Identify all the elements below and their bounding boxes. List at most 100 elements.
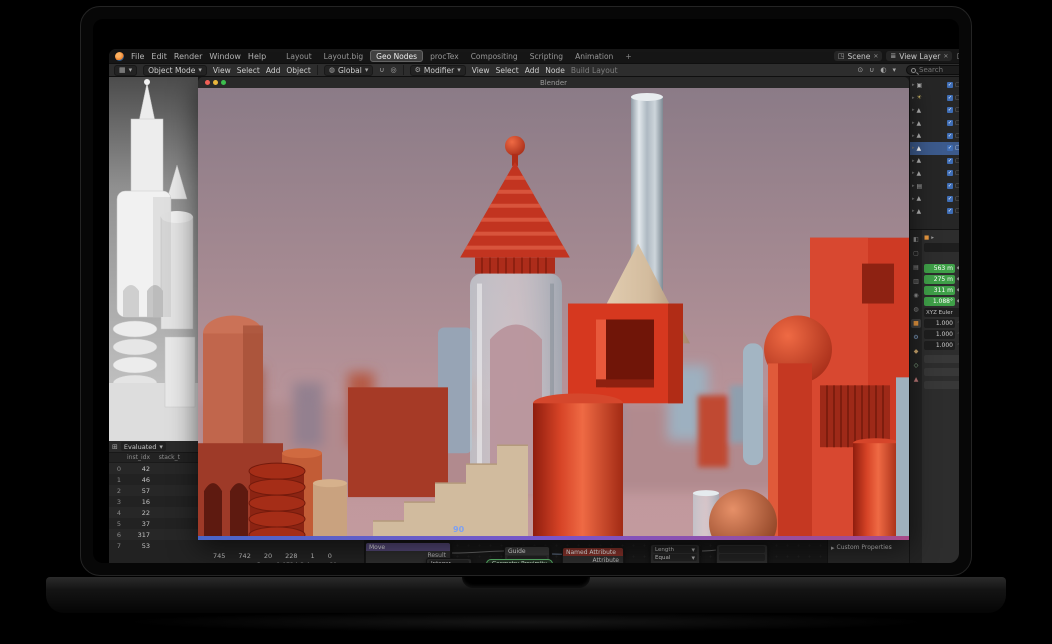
node-integer[interactable]: Integer (426, 558, 472, 563)
snap-magnet-icon[interactable]: ∪ (379, 66, 384, 74)
pin-icon[interactable]: ⊙ (857, 66, 863, 74)
tab-scene[interactable]: ◉ (911, 291, 921, 300)
node-dropdown-equal[interactable]: Equal (655, 555, 670, 561)
expand-icon[interactable]: ▸ (912, 120, 915, 126)
expand-icon[interactable]: ▸ (912, 145, 915, 151)
selectable-checkbox[interactable]: ✓ (947, 196, 953, 202)
collapsed-panel-header[interactable] (924, 381, 959, 389)
keyframe-icon[interactable]: ◆ (956, 288, 959, 293)
node-dropdown-length[interactable]: Length (655, 547, 674, 553)
node-tree-type-dropdown[interactable]: ⚙ Modifier ▾ (410, 65, 466, 76)
selectable-checkbox[interactable]: ✓ (947, 170, 953, 176)
node-compare[interactable]: Length▾ Equal▾ (650, 544, 700, 563)
outliner-row[interactable]: ▸▲✓▢◉ (910, 104, 959, 117)
hide-viewport-icon[interactable]: ▢ (955, 120, 959, 126)
tab-layout-big[interactable]: Layout.big (319, 51, 369, 61)
node-menu-view[interactable]: View (472, 66, 490, 75)
selectable-checkbox[interactable]: ✓ (947, 208, 953, 214)
selectable-checkbox[interactable]: ✓ (947, 107, 953, 113)
view-layer-selector[interactable]: ≣ View Layer ✕ (886, 51, 952, 61)
expand-icon[interactable]: ▸ (912, 196, 915, 202)
proportional-editing-icon[interactable]: ◎ (391, 66, 397, 74)
close-window-button[interactable] (205, 80, 210, 85)
object-mode-dropdown[interactable]: Object Mode ▾ (143, 65, 207, 76)
expand-icon[interactable]: ▸ (912, 208, 915, 214)
dimension-y-field[interactable]: 275 m◆◦ (924, 275, 959, 284)
selectable-checkbox[interactable]: ✓ (947, 95, 953, 101)
selectable-checkbox[interactable]: ✓ (947, 145, 953, 151)
rotation-field[interactable]: 1.088°◆◦ (924, 297, 959, 306)
tab-render[interactable]: ▢ (911, 249, 921, 258)
outliner-row[interactable]: ▸▲✓▢◉ (910, 192, 959, 205)
keyframe-icon[interactable]: ◆ (956, 299, 959, 304)
tab-layout[interactable]: Layout (281, 51, 317, 61)
selectable-checkbox[interactable]: ✓ (947, 158, 953, 164)
menu-help[interactable]: Help (248, 52, 266, 61)
tab-animation[interactable]: Animation (570, 51, 618, 61)
tab-compositing[interactable]: Compositing (466, 51, 523, 61)
node-geometry-proximity[interactable]: Geometry Proximity (486, 559, 553, 563)
tab-modifiers[interactable]: ⚙ (911, 333, 921, 342)
dataset-dropdown[interactable]: Evaluated ▾ (121, 442, 166, 451)
hide-viewport-icon[interactable]: ▢ (955, 107, 959, 113)
selectable-checkbox[interactable]: ✓ (947, 82, 953, 88)
tab-world[interactable]: ◍ (911, 305, 921, 314)
scale-x-field[interactable]: 1.000◦◦ (924, 319, 959, 328)
menu-edit[interactable]: Edit (151, 52, 167, 61)
chevron-down-icon[interactable]: ▾ (892, 66, 896, 74)
object-name-field[interactable] (924, 243, 959, 252)
selectable-checkbox[interactable]: ✓ (947, 133, 953, 139)
column-header[interactable]: stack_t (153, 454, 183, 461)
viewport-menu-view[interactable]: View (213, 66, 231, 75)
overlays-icon[interactable]: ◐ (880, 66, 886, 74)
keyframe-icon[interactable]: ◦ (956, 332, 959, 337)
tab-tool[interactable]: ◧ (911, 235, 921, 244)
add-workspace-button[interactable]: + (620, 51, 636, 61)
expand-icon[interactable]: ▸ (912, 107, 915, 113)
hide-viewport-icon[interactable]: ▢ (955, 208, 959, 214)
render-canvas[interactable]: 90 (198, 88, 909, 540)
menu-render[interactable]: Render (174, 52, 202, 61)
outliner-row-selected[interactable]: ▸▲✓▢◉ (910, 142, 959, 155)
scene-selector[interactable]: ◳ Scene ✕ (834, 51, 883, 61)
hide-viewport-icon[interactable]: ▢ (955, 133, 959, 139)
node-socket-attribute[interactable]: Attribute (563, 556, 623, 563)
hide-viewport-icon[interactable]: ▢ (955, 183, 959, 189)
selectable-checkbox[interactable]: ✓ (947, 183, 953, 189)
menu-window[interactable]: Window (209, 52, 241, 61)
hide-viewport-icon[interactable]: ▢ (955, 95, 959, 101)
viewport-menu-select[interactable]: Select (237, 66, 260, 75)
collapsed-panel-header[interactable] (924, 355, 959, 363)
screen-layout-icon[interactable]: ▢ (956, 52, 959, 60)
hide-viewport-icon[interactable]: ▢ (955, 196, 959, 202)
minimize-window-button[interactable] (213, 80, 218, 85)
zoom-window-button[interactable] (221, 80, 226, 85)
keyframe-icon[interactable]: ◆ (956, 266, 959, 271)
editor-type-selector[interactable]: ▦ ▾ (114, 65, 137, 76)
tab-view-layer[interactable]: ▥ (911, 277, 921, 286)
viewport-menu-object[interactable]: Object (286, 66, 310, 75)
clay-viewport[interactable] (109, 77, 198, 441)
scale-y-field[interactable]: 1.000◦◦ (924, 330, 959, 339)
outliner-row[interactable]: ▸▤✓▢◉ (910, 180, 959, 193)
expand-icon[interactable]: ▸ (912, 158, 915, 164)
node-named-attribute[interactable]: Named Attribute Attribute (562, 547, 624, 563)
outliner-row[interactable]: ▸▲✓▢◉ (910, 205, 959, 218)
keyframe-icon[interactable]: ◦ (956, 321, 959, 326)
dimension-z-field[interactable]: 311 m◆◦ (924, 286, 959, 295)
caret-right-icon[interactable]: ▸ (831, 544, 835, 552)
column-header[interactable]: inst_idx (123, 454, 153, 461)
node-group-breadcrumb[interactable]: Build Layout (571, 66, 618, 75)
snapping-icon[interactable]: ∪ (869, 66, 874, 74)
search-input[interactable] (919, 66, 959, 74)
keyframe-icon[interactable]: ◆ (956, 277, 959, 282)
hide-viewport-icon[interactable]: ▢ (955, 145, 959, 151)
unlink-scene-icon[interactable]: ✕ (873, 53, 878, 60)
transform-orientation-dropdown[interactable]: ◍ Global ▾ (324, 65, 374, 76)
outliner-row[interactable]: ▸▲✓▢◉ (910, 117, 959, 130)
node-unlabeled[interactable] (716, 544, 768, 563)
node-menu-select[interactable]: Select (496, 66, 519, 75)
menu-file[interactable]: File (131, 52, 144, 61)
collapsed-panel-header[interactable] (924, 368, 959, 376)
tab-data[interactable]: ▲ (911, 375, 921, 384)
